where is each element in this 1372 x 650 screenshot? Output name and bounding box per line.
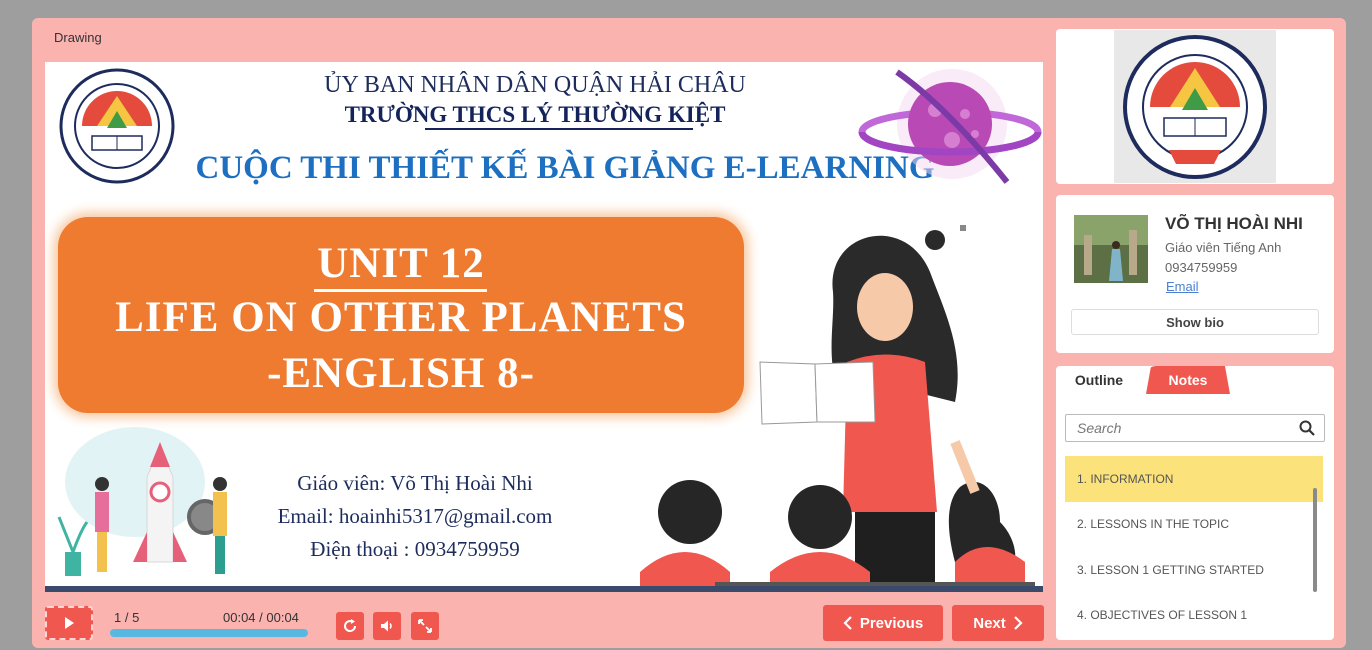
outline-list: 1. INFORMATION 2. LESSONS IN THE TOPIC 3… bbox=[1065, 456, 1323, 638]
school-logo-large bbox=[1114, 30, 1276, 183]
slide-bottom-stripe bbox=[45, 586, 1043, 592]
presenter-role: Giáo viên Tiếng Anh bbox=[1165, 240, 1282, 255]
next-label: Next bbox=[973, 614, 1006, 632]
presenter-photo bbox=[1074, 215, 1148, 283]
tab-outline[interactable]: Outline bbox=[1056, 366, 1142, 394]
frame-label: Drawing bbox=[54, 30, 102, 45]
presenter-photo-image bbox=[1074, 215, 1148, 283]
outline-scrollbar[interactable] bbox=[1313, 488, 1317, 592]
logo-panel bbox=[1056, 29, 1334, 184]
slide-canvas: ỦY BAN NHÂN DÂN QUẬN HẢI CHÂU TRƯỜNG THC… bbox=[45, 62, 1043, 592]
replay-icon bbox=[344, 619, 357, 633]
outline-item-lessons[interactable]: 2. LESSONS IN THE TOPIC bbox=[1065, 502, 1323, 548]
player-frame: Drawing ỦY BAN NHÂN DÂN QUẬN HẢI CHÂU TR… bbox=[32, 18, 1346, 648]
play-button[interactable] bbox=[45, 606, 93, 640]
presenter-name: VÕ THỊ HOÀI NHI bbox=[1165, 214, 1303, 233]
school-logo bbox=[59, 68, 175, 184]
outline-item-getting-started[interactable]: 3. LESSON 1 GETTING STARTED bbox=[1065, 547, 1323, 593]
show-bio-button[interactable]: Show bio bbox=[1071, 309, 1319, 335]
rocket-illustration bbox=[57, 427, 227, 576]
search-icon[interactable] bbox=[1298, 419, 1316, 437]
replay-button[interactable] bbox=[336, 612, 364, 640]
teacher-info: Giáo viên: Võ Thị Hoài Nhi Email: hoainh… bbox=[235, 467, 595, 566]
progress-fill bbox=[110, 629, 308, 637]
next-button[interactable]: Next bbox=[952, 605, 1044, 641]
progress-bar[interactable] bbox=[110, 629, 308, 637]
contest-title: CUỘC THI THIẾT KẾ BÀI GIẢNG E-LEARNING bbox=[195, 150, 935, 186]
volume-button[interactable] bbox=[373, 612, 401, 640]
time-readout: 00:04 / 00:04 bbox=[223, 610, 299, 625]
fullscreen-icon bbox=[418, 619, 432, 633]
teacher-email-line: Email: hoainhi5317@gmail.com bbox=[277, 504, 553, 528]
header-line-2: TRƯỜNG THCS LÝ THƯỜNG KIỆT bbox=[344, 102, 726, 127]
chevron-right-icon bbox=[1013, 616, 1023, 630]
header-line-1: ỦY BAN NHÂN DÂN QUẬN HẢI CHÂU bbox=[324, 72, 746, 98]
tab-notes[interactable]: Notes bbox=[1146, 366, 1230, 394]
slide-counter: 1 / 5 bbox=[114, 610, 140, 625]
school-emblem bbox=[1123, 35, 1267, 179]
presenter-panel: VÕ THỊ HOÀI NHI Giáo viên Tiếng Anh 0934… bbox=[1056, 195, 1334, 353]
play-icon bbox=[65, 617, 74, 629]
planet-illustration bbox=[858, 69, 1042, 184]
outline-item-information[interactable]: 1. INFORMATION bbox=[1065, 456, 1323, 502]
presenter-phone: 0934759959 bbox=[1165, 260, 1238, 275]
search-input[interactable] bbox=[1067, 416, 1287, 440]
outline-panel: Outline Notes 1. INFORMATION 2. LESSONS … bbox=[1056, 366, 1334, 640]
previous-label: Previous bbox=[859, 614, 924, 632]
outline-item-objectives[interactable]: 4. OBJECTIVES OF LESSON 1 bbox=[1065, 593, 1323, 639]
teacher-phone-line: Điện thoại : 0934759959 bbox=[310, 537, 520, 561]
unit-title-underline bbox=[314, 289, 487, 292]
volume-icon bbox=[381, 620, 392, 632]
previous-button[interactable]: Previous bbox=[823, 605, 943, 641]
teacher-name-line: Giáo viên: Võ Thị Hoài Nhi bbox=[297, 471, 533, 495]
fullscreen-button[interactable] bbox=[411, 612, 439, 640]
teacher-classroom-illustration bbox=[640, 230, 1035, 592]
header-underline bbox=[425, 128, 693, 130]
search-box bbox=[1065, 414, 1325, 442]
presenter-email-link[interactable]: Email bbox=[1166, 279, 1199, 294]
chevron-left-icon bbox=[843, 616, 852, 630]
